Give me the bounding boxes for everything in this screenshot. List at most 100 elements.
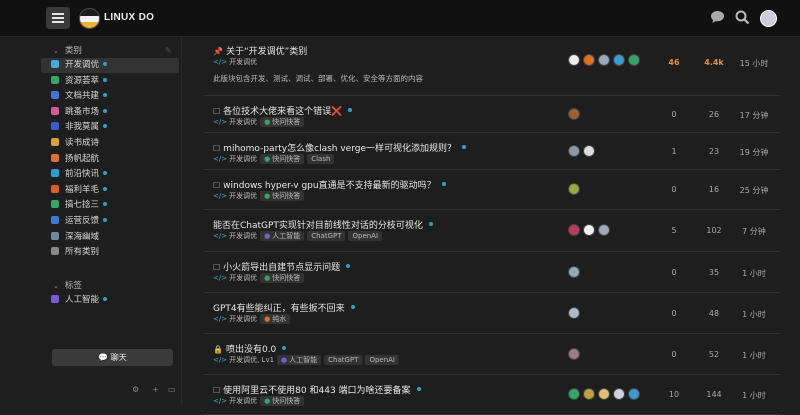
topic-title[interactable]: GPT4有些能纠正，有些扳不回来: [213, 301, 355, 314]
topic-title[interactable]: ☐ mihomo-party怎么像clash verge一样可视化添加规则？: [213, 141, 466, 154]
topic-title-text[interactable]: 小火箭导出自建节点显示问题: [223, 263, 340, 273]
topic-tag[interactable]: ● 快问快答: [260, 154, 305, 164]
poster-avatar[interactable]: [568, 388, 580, 400]
topic-activity[interactable]: 1 小时: [734, 390, 774, 401]
sidebar-item[interactable]: 福利羊毛: [41, 183, 179, 198]
topic-title[interactable]: 📌 关于“开发调优”类别: [213, 44, 307, 57]
poster-avatar[interactable]: [628, 388, 640, 400]
poster-avatar[interactable]: [568, 306, 580, 319]
sidebar-section-header[interactable]: ⌄ 标签: [53, 279, 82, 291]
topic-row[interactable]: ☐ 使用阿里云不使用80 和443 端口为啥还要备案 </> 开发调优 ● 快问快答 10 1…: [204, 375, 780, 415]
sidebar-item[interactable]: 开发调优: [41, 58, 179, 73]
sidebar-item[interactable]: 跳蚤市场: [41, 105, 179, 120]
poster-avatar[interactable]: [583, 144, 595, 157]
topic-title-text[interactable]: mihomo-party怎么像clash verge一样可视化添加规则？: [223, 144, 456, 154]
topic-activity[interactable]: 25 分钟: [734, 185, 774, 196]
sidebar-item[interactable]: 搞七捻三: [41, 198, 179, 213]
sidebar-item[interactable]: 资源荟萃: [41, 74, 179, 89]
topic-tag[interactable]: ● 快问快答: [260, 191, 305, 201]
sidebar-section-header[interactable]: ⌄ 类别: [53, 44, 82, 56]
poster-avatar[interactable]: [568, 54, 580, 66]
topic-tag[interactable]: OpenAI: [365, 355, 399, 365]
topic-row[interactable]: GPT4有些能纠正，有些扳不回来 </> 开发调优 ● 纯水 0 48 1 小时: [204, 293, 780, 334]
topic-activity[interactable]: 7 分钟: [734, 226, 774, 237]
topic-title[interactable]: ☐ 各位技术大佬来看这个错误❌: [213, 104, 353, 117]
topic-category[interactable]: 开发调优: [229, 232, 257, 240]
topic-activity[interactable]: 19 分钟: [734, 147, 774, 158]
sidebar-item[interactable]: 文档共建: [41, 89, 179, 104]
sidebar-item[interactable]: 所有类别: [41, 245, 179, 260]
topic-category[interactable]: 开发调优: [229, 58, 257, 66]
poster-avatar[interactable]: [583, 224, 595, 236]
topic-category[interactable]: 开发调优: [229, 192, 257, 200]
topic-title[interactable]: ☐ windows hyper-v gpu直通是不支持最新的驱动吗？: [213, 178, 446, 191]
poster-avatar[interactable]: [613, 54, 625, 66]
gear-icon[interactable]: ⚙: [132, 385, 139, 394]
topic-tag[interactable]: ● 纯水: [260, 314, 291, 324]
topic-tag[interactable]: ChatGPT: [324, 355, 363, 365]
plus-icon[interactable]: +: [152, 385, 159, 394]
edit-icon[interactable]: ✎: [165, 46, 172, 55]
topic-tag[interactable]: ● 快问快答: [260, 117, 305, 127]
topic-category[interactable]: 开发调优: [229, 315, 257, 323]
site-brand[interactable]: LINUX DO: [104, 12, 154, 23]
sidebar-item[interactable]: 深海幽域: [41, 230, 179, 245]
topic-title-text[interactable]: 使用阿里云不使用80 和443 端口为啥还要备案: [223, 386, 410, 396]
topic-category[interactable]: 开发调优: [229, 118, 257, 126]
chat-button[interactable]: 💬 聊天: [52, 349, 173, 366]
topic-tag[interactable]: ChatGPT: [307, 231, 346, 241]
topic-row[interactable]: ☐ 小火箭导出自建节点显示问题 </> 开发调优 ● 快问快答 0 35 1 小时: [204, 252, 780, 293]
topic-title-text[interactable]: 能否在ChatGPT实现针对目前线性对话的分枝可视化: [213, 221, 423, 231]
topic-row[interactable]: 能否在ChatGPT实现针对目前线性对话的分枝可视化 </> 开发调优 ● 人工智能 Ch…: [204, 210, 780, 252]
poster-avatar[interactable]: [568, 265, 580, 278]
user-avatar[interactable]: [760, 10, 777, 27]
topic-tag[interactable]: Clash: [307, 154, 335, 164]
search-icon[interactable]: [735, 10, 750, 29]
sidebar-item[interactable]: 人工智能: [41, 293, 179, 308]
poster-avatar[interactable]: [568, 347, 580, 360]
poster-avatar[interactable]: [568, 144, 580, 157]
poster-avatar[interactable]: [568, 224, 580, 236]
topic-tag[interactable]: ● 人工智能: [277, 355, 322, 365]
chat-bubble-icon[interactable]: [710, 10, 725, 28]
sidebar-item[interactable]: 扬帆起航: [41, 152, 179, 167]
site-logo[interactable]: [79, 8, 100, 29]
poster-avatar[interactable]: [583, 54, 595, 66]
topic-title-text[interactable]: 各位技术大佬来看这个错误: [223, 107, 331, 117]
topic-title-text[interactable]: windows hyper-v gpu直通是不支持最新的驱动吗？: [223, 181, 435, 191]
poster-avatar[interactable]: [628, 54, 640, 66]
poster-avatar[interactable]: [613, 388, 625, 400]
topic-title-text[interactable]: 喷出没有0.0: [226, 345, 276, 355]
sidebar-item[interactable]: 运营反馈: [41, 214, 179, 229]
topic-title[interactable]: ☐ 小火箭导出自建节点显示问题: [213, 260, 351, 273]
topic-title[interactable]: 🔒 喷出没有0.0: [213, 342, 287, 355]
topic-row[interactable]: ☐ 各位技术大佬来看这个错误❌ </> 开发调优 ● 快问快答 0 26 17 分钟: [204, 96, 780, 133]
sidebar-item[interactable]: 读书成诗: [41, 136, 179, 151]
topic-title[interactable]: 能否在ChatGPT实现针对目前线性对话的分枝可视化: [213, 218, 433, 231]
topic-title-text[interactable]: 关于“开发调优”类别: [226, 47, 307, 57]
topic-row[interactable]: ☐ mihomo-party怎么像clash verge一样可视化添加规则？ </>…: [204, 133, 780, 170]
poster-avatar[interactable]: [598, 388, 610, 400]
topic-title-text[interactable]: GPT4有些能纠正，有些扳不回来: [213, 304, 345, 314]
topic-activity[interactable]: 17 分钟: [734, 110, 774, 121]
topic-activity[interactable]: 1 小时: [734, 350, 774, 361]
sidebar-item[interactable]: 前沿快讯: [41, 167, 179, 182]
hamburger-menu-button[interactable]: [46, 7, 70, 29]
topic-category[interactable]: 开发调优, Lv1: [229, 356, 274, 364]
poster-avatar[interactable]: [568, 107, 580, 120]
topic-row[interactable]: 🔒 喷出没有0.0 </> 开发调优, Lv1 ● 人工智能 ChatGPT OpenAI 0 5…: [204, 334, 780, 375]
topic-category[interactable]: 开发调优: [229, 155, 257, 163]
poster-avatar[interactable]: [583, 388, 595, 400]
topic-category[interactable]: 开发调优: [229, 274, 257, 282]
topic-tag[interactable]: ● 人工智能: [260, 231, 305, 241]
inbox-icon[interactable]: ▭: [168, 385, 176, 394]
topic-tag[interactable]: ● 快问快答: [260, 273, 305, 283]
topic-row[interactable]: 📌 关于“开发调优”类别 </> 开发调优 此版块包含开发、测试、调试、部署、优化、安全…: [204, 38, 780, 96]
sidebar-item[interactable]: 非我莫属: [41, 120, 179, 135]
poster-avatar[interactable]: [568, 183, 580, 195]
topic-activity[interactable]: 1 小时: [734, 268, 774, 279]
topic-activity[interactable]: 1 小时: [734, 309, 774, 320]
topic-category[interactable]: 开发调优: [229, 397, 257, 405]
topic-activity[interactable]: 15 小时: [734, 58, 774, 69]
poster-avatar[interactable]: [598, 54, 610, 66]
